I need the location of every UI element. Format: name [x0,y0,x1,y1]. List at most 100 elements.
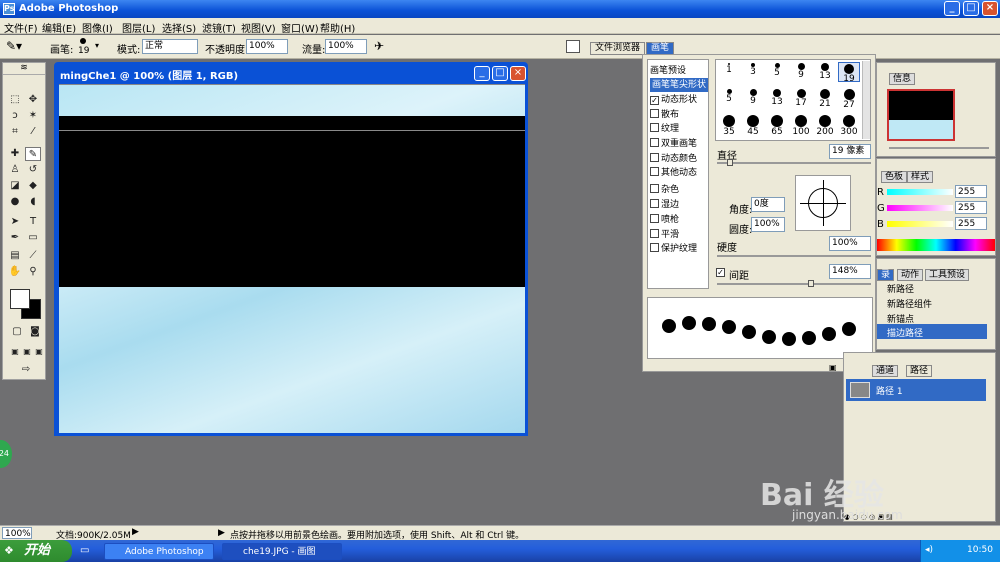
tab-paths[interactable]: 路径 [906,365,933,377]
clone-stamp-icon[interactable]: ♙ [7,163,23,177]
menu-layer[interactable]: 图层(L) [122,20,155,35]
menu-image[interactable]: 图像(I) [82,20,113,35]
healing-brush-icon[interactable]: ✚ [7,147,23,161]
brush-tip-cell[interactable]: 3 [742,62,764,82]
brush-option-item[interactable]: 喷枪 [650,213,679,227]
brush-tip-cell[interactable]: 9 [790,62,812,82]
diameter-slider-thumb[interactable] [727,159,733,166]
brush-tip-cell[interactable]: 100 [790,114,812,137]
brush-option-item[interactable]: 画笔笔尖形状 [650,78,708,92]
brush-option-item[interactable]: 画笔预设 [650,64,686,78]
tab-file-browser[interactable]: 文件浏览器 [590,42,646,55]
lasso-tool-icon[interactable]: ↄ [7,109,23,123]
brush-tip-cell[interactable]: 21 [814,88,836,109]
tab-history[interactable]: 录 [877,269,895,281]
color-spectrum-bar[interactable] [877,239,995,251]
path-row[interactable]: 路径 1 [846,379,986,401]
option-checkbox[interactable]: ✓ [650,96,659,105]
brush-tip-cell[interactable]: 45 [742,114,764,137]
slice-tool-icon[interactable]: ⁄ [25,125,41,139]
diameter-slider[interactable] [717,162,871,164]
history-brush-icon[interactable]: ↺ [25,163,41,177]
b-input[interactable]: 255 [955,217,987,230]
tab-info[interactable]: 信息 [889,73,916,85]
task-paint[interactable]: che19.JPG - 画图 [222,543,342,560]
r-input[interactable]: 255 [955,185,987,198]
brush-option-item[interactable]: 杂色 [650,183,679,197]
option-checkbox[interactable] [650,243,659,252]
brush-tip-cell[interactable]: 27 [838,88,860,110]
brush-option-item[interactable]: 散布 [650,108,679,122]
brush-tip-cell[interactable]: 200 [814,114,836,137]
brush-tip-cell[interactable]: 300 [838,114,860,137]
show-desktop-icon[interactable]: ▭ [80,545,89,556]
paint-bucket-icon[interactable]: ◆ [25,179,41,193]
brush-tip-cell[interactable]: 5 [766,62,788,82]
foreground-color-swatch[interactable] [10,289,30,309]
r-slider[interactable] [887,189,953,195]
tab-tool-presets[interactable]: 工具预设 [925,269,970,281]
brush-preview-icon[interactable] [80,38,86,44]
brush-tip-grid[interactable]: 1 3 5 9 13 19 5 9 13 17 21 27 35 45 65 100 200 300 [715,59,871,141]
doc-maximize-button[interactable]: □ [492,66,508,81]
diameter-input[interactable]: 19 像素 [829,144,871,159]
brush-tool-preset-icon[interactable]: ✎▾ [6,39,36,55]
tab-channels[interactable]: 通道 [872,365,899,377]
menu-edit[interactable]: 编辑(E) [42,20,76,35]
menu-view[interactable]: 视图(V) [241,20,276,35]
option-checkbox[interactable] [650,153,659,162]
brush-tip-cell[interactable]: 17 [790,88,812,108]
brush-tip-cell[interactable]: 13 [814,62,836,82]
brush-option-item[interactable]: 平滑 [650,228,679,242]
close-button[interactable]: × [982,1,998,16]
dodge-tool-icon[interactable]: ◖ [25,195,41,209]
crop-tool-icon[interactable]: ⌗ [7,125,23,139]
roundness-input[interactable]: 100% [751,217,785,232]
pen-tool-icon[interactable]: ✒ [7,231,23,245]
g-input[interactable]: 255 [955,201,987,214]
mode-select[interactable]: 正常 [142,39,198,54]
option-checkbox[interactable] [650,184,659,193]
option-checkbox[interactable] [650,229,659,238]
new-brush-icon[interactable]: ▣ [829,363,837,372]
path-selection-icon[interactable]: ➤ [7,215,23,229]
spacing-slider-thumb[interactable] [808,280,814,287]
g-slider[interactable] [887,205,953,211]
hand-tool-icon[interactable]: ✋ [7,265,23,279]
tab-swatches[interactable]: 色板 [881,171,908,183]
screen-mode-full-icon[interactable]: ▣ [31,345,47,359]
standard-mode-icon[interactable]: ▢ [9,325,25,339]
minimize-button[interactable]: _ [944,1,960,16]
eyedropper-icon[interactable]: ⟋ [25,249,41,263]
brush-tip-cell[interactable]: 5 [718,88,740,108]
maximize-button[interactable]: □ [963,1,979,16]
doc-minimize-button[interactable]: _ [474,66,490,81]
option-checkbox[interactable] [650,123,659,132]
jump-to-imageready-icon[interactable]: ⇨ [15,363,37,377]
notes-tool-icon[interactable]: ▤ [7,249,23,263]
option-checkbox[interactable] [650,199,659,208]
canvas[interactable] [59,84,525,433]
magic-wand-icon[interactable]: ✶ [25,109,41,123]
menu-help[interactable]: 帮助(H) [320,20,355,35]
move-tool-icon[interactable]: ✥ [25,93,41,107]
eraser-icon[interactable]: ◪ [7,179,23,193]
blur-tool-icon[interactable]: ● [7,195,23,209]
brush-option-item[interactable]: 保护纹理 [650,242,697,256]
opacity-input[interactable]: 100% [246,39,288,54]
option-checkbox[interactable] [650,167,659,176]
brush-tool-icon[interactable]: ✎ [25,147,41,161]
brush-tip-cell[interactable]: 1 [718,62,740,82]
brush-tip-cell[interactable]: 35 [718,114,740,137]
b-slider[interactable] [887,221,953,227]
menu-window[interactable]: 窗口(W) [281,20,319,35]
menu-file[interactable]: 文件(F) [4,20,38,35]
menu-filter[interactable]: 滤镜(T) [202,20,236,35]
navigator-thumbnail[interactable] [887,89,955,141]
spacing-checkbox[interactable]: ✓ [716,266,727,277]
flow-input[interactable]: 100% [325,39,367,54]
history-item[interactable]: 新路径 [887,282,914,295]
brush-option-item[interactable]: 动态颜色 [650,152,697,166]
green-float-badge[interactable]: 24 [0,440,12,468]
brush-tip-cell[interactable]: 9 [742,88,764,108]
